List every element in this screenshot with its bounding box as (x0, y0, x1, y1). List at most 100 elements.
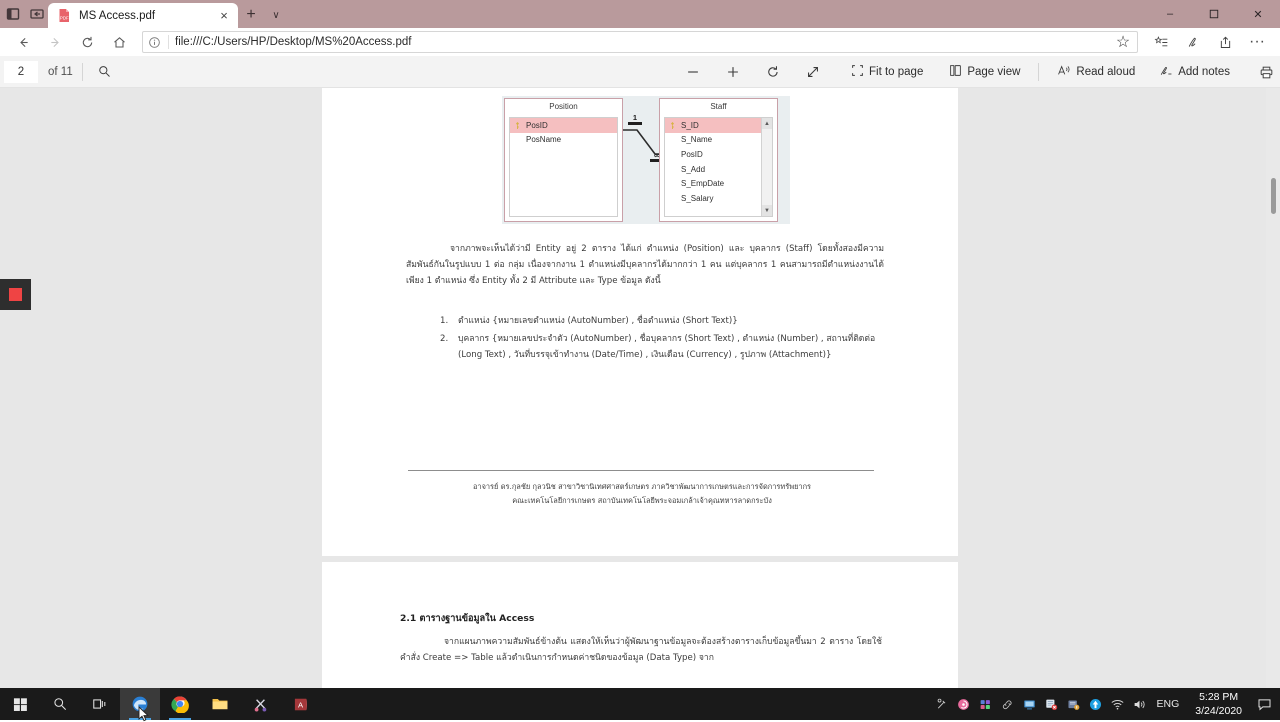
address-bar-url: file:///C:/Users/HP/Desktop/MS%20Access.… (175, 36, 412, 48)
taskbar-app-microsoft-access[interactable]: A (280, 688, 320, 720)
scroll-up-icon[interactable]: ▲ (761, 118, 772, 129)
media-icon[interactable] (953, 688, 975, 720)
close-button[interactable]: ✕ (1236, 0, 1280, 28)
browser-tab[interactable]: PDF MS Access.pdf × (48, 3, 238, 28)
fit-to-page-icon (851, 64, 864, 80)
page-view-button[interactable]: Page view (942, 60, 1027, 84)
address-bar-divider (168, 35, 169, 49)
share-icon[interactable] (1210, 29, 1240, 55)
update-icon[interactable] (1063, 688, 1085, 720)
svg-text:A: A (297, 700, 303, 709)
fullscreen-icon[interactable] (800, 60, 826, 84)
zoom-in-button[interactable] (720, 60, 746, 84)
app-icon[interactable] (975, 688, 997, 720)
browser-nav-bar: file:///C:/Users/HP/Desktop/MS%20Access.… (0, 28, 1280, 56)
minimize-button[interactable]: – (1148, 0, 1192, 28)
pdf-file-icon: PDF (57, 8, 72, 23)
more-options-button[interactable]: ··· (1242, 29, 1272, 55)
print-icon[interactable] (1253, 60, 1279, 84)
taskbar-app-file-explorer[interactable] (200, 688, 240, 720)
toolbar-divider (81, 62, 83, 81)
list-item: 2. บุคลากร {หมายเลขประจำตัว (AutoNumber)… (440, 332, 880, 364)
link-icon[interactable] (997, 688, 1019, 720)
clock-time: 5:28 PM (1199, 690, 1239, 703)
tab-preview-icon[interactable] (6, 7, 20, 21)
list-item-number: 2. (440, 333, 449, 344)
start-button[interactable] (0, 688, 40, 720)
list-item-text: ตำแหน่ง {หมายเลขตำแหน่ง (AutoNumber) , ช… (458, 316, 738, 326)
list-item: 1. ตำแหน่ง {หมายเลขตำแหน่ง (AutoNumber) … (440, 314, 880, 330)
close-icon[interactable]: × (216, 8, 232, 24)
svg-text:PDF: PDF (60, 15, 69, 20)
document-paragraph-2: จากแผนภาพความสัมพันธ์ข้างต้น แสดงให้เห็น… (400, 637, 882, 663)
stop-recording-icon[interactable] (9, 288, 22, 301)
primary-key-icon (669, 121, 676, 130)
new-tab-button[interactable]: + (238, 2, 264, 28)
nav-buttons (8, 29, 134, 55)
collections-icon[interactable] (1178, 29, 1208, 55)
pen-icon[interactable] (931, 688, 953, 720)
notification-icon[interactable] (1250, 688, 1278, 720)
document-heading: 2.1 ตารางฐานข้อมูลใน Access (400, 613, 535, 624)
er-diagram: Position PosID PosName 1 ∞ Staff S_ID S_… (502, 96, 790, 224)
er-field: S_Salary (665, 191, 772, 206)
er-table-title: Staff (710, 102, 727, 111)
rotate-icon[interactable] (760, 60, 786, 84)
footer-divider (408, 470, 874, 471)
refresh-button[interactable] (72, 29, 102, 55)
forward-button[interactable] (40, 29, 70, 55)
document-footer: อาจารย์ ดร.กุลชัย กุลวนิช สาขาวิชานิเทศศ… (382, 480, 902, 508)
taskbar-app-google-chrome[interactable] (160, 688, 200, 720)
footer-line-2: คณะเทคโนโลยีการเกษตร สถาบันเทคโนโลยีพระจ… (512, 496, 772, 506)
taskbar-apps: A (0, 688, 320, 720)
er-field-label: PosID (681, 149, 703, 159)
favorites-list-icon[interactable] (1146, 29, 1176, 55)
list-item-number: 1. (440, 316, 449, 326)
zoom-out-button[interactable] (680, 60, 706, 84)
viewer-scrollbar-thumb[interactable] (1271, 178, 1276, 214)
windows-taskbar: A ENG 5:28 PM 3/24/2020 (0, 688, 1280, 720)
fit-to-page-button[interactable]: Fit to page (844, 60, 930, 84)
er-table-fields: S_ID S_Name PosID S_Add S_EmpDate S_Sala… (664, 117, 773, 217)
scroll-down-icon[interactable]: ▼ (761, 205, 772, 216)
add-notes-button[interactable]: Add notes (1152, 60, 1237, 84)
clock[interactable]: 5:28 PM 3/24/2020 (1187, 690, 1250, 718)
site-info-icon[interactable] (147, 35, 162, 50)
clock-date: 3/24/2020 (1195, 705, 1242, 717)
er-field-label: S_Add (681, 164, 706, 174)
add-notes-icon (1159, 64, 1173, 80)
taskbar-app-snipping-tool[interactable] (240, 688, 280, 720)
er-table-scrollbar[interactable]: ▲ ▼ (761, 118, 772, 216)
window-controls: – ✕ (1148, 0, 1280, 28)
pdf-viewer[interactable]: Position PosID PosName 1 ∞ Staff S_ID S_… (0, 88, 1280, 688)
tabstrip-leading-icons (0, 0, 48, 28)
chevron-down-icon[interactable]: ∨ (264, 2, 288, 28)
er-field-label: S_Name (681, 135, 713, 145)
taskbar-search-icon[interactable] (40, 688, 80, 720)
viewer-scrollbar[interactable] (1266, 88, 1280, 688)
document-paragraph-1: จากภาพจะเห็นได้ว่ามี Entity อยู่ 2 ตาราง… (406, 244, 884, 286)
home-button[interactable] (104, 29, 134, 55)
back-button[interactable] (8, 29, 38, 55)
shield-icon[interactable] (1085, 688, 1107, 720)
collapse-tabs-icon[interactable] (30, 7, 44, 21)
volume-icon[interactable] (1129, 688, 1151, 720)
add-notes-label: Add notes (1178, 66, 1231, 78)
task-view-icon[interactable] (80, 688, 120, 720)
language-indicator[interactable]: ENG (1151, 698, 1188, 710)
er-field: S_ID (665, 118, 772, 133)
read-aloud-button[interactable]: Read aloud (1050, 60, 1142, 84)
system-tray: ENG 5:28 PM 3/24/2020 (931, 688, 1280, 720)
antivirus-icon[interactable] (1041, 688, 1063, 720)
favorite-star-icon[interactable]: ☆ (1113, 33, 1133, 51)
screen-recorder-widget[interactable] (0, 279, 31, 310)
address-bar[interactable]: file:///C:/Users/HP/Desktop/MS%20Access.… (142, 31, 1138, 53)
display-icon[interactable] (1019, 688, 1041, 720)
search-icon[interactable] (92, 60, 118, 84)
maximize-button[interactable] (1192, 0, 1236, 28)
page-view-icon (949, 64, 962, 80)
page-number-input[interactable]: 2 (4, 60, 38, 83)
page-view-label: Page view (967, 66, 1021, 78)
browser-tab-strip: PDF MS Access.pdf × + ∨ – ✕ (0, 0, 1280, 28)
wifi-icon[interactable] (1107, 688, 1129, 720)
